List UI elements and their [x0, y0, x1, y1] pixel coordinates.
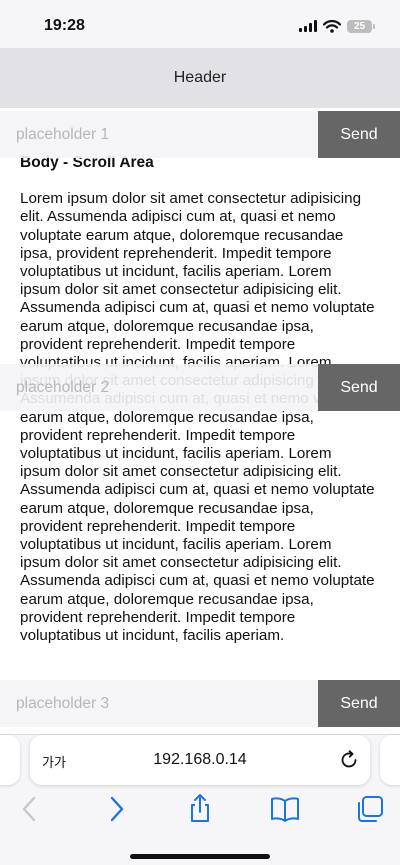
tabs-icon[interactable] — [354, 793, 386, 825]
body-scroll-area[interactable]: Body - Scroll Area Lorem ipsum dolor sit… — [0, 108, 400, 734]
url-text[interactable]: 192.168.0.14 — [30, 751, 370, 769]
status-bar: 19:28 25 — [0, 0, 400, 50]
message-input-2[interactable] — [0, 364, 318, 411]
header-title: Header — [173, 69, 227, 86]
browser-toolbar — [0, 793, 400, 825]
signal-icon — [299, 20, 317, 32]
battery-level: 25 — [353, 20, 366, 32]
input-row-3: Send — [0, 680, 400, 727]
back-icon[interactable] — [14, 793, 46, 825]
bookmarks-icon[interactable] — [269, 793, 301, 825]
next-tab-edge[interactable] — [380, 735, 400, 785]
message-input-1[interactable] — [0, 111, 318, 158]
body-paragraph: Lorem ipsum dolor sit amet consectetur a… — [20, 190, 375, 645]
page-header: Header — [0, 48, 400, 108]
wifi-icon — [323, 19, 341, 33]
message-input-3[interactable] — [0, 680, 318, 727]
forward-icon[interactable] — [100, 793, 132, 825]
status-time: 19:28 — [44, 17, 85, 34]
status-icons: 25 — [299, 17, 375, 35]
input-row-1: Send — [0, 111, 400, 158]
send-button-3[interactable]: Send — [318, 680, 400, 727]
send-button-2[interactable]: Send — [318, 364, 400, 411]
browser-bottom-bar: 가가 192.168.0.14 — [0, 734, 400, 865]
previous-tab-edge[interactable] — [0, 735, 20, 785]
input-row-2: Send — [0, 364, 400, 411]
home-indicator — [130, 854, 270, 859]
send-button-1[interactable]: Send — [318, 111, 400, 158]
reload-icon[interactable] — [338, 749, 360, 771]
address-bar[interactable]: 가가 192.168.0.14 — [30, 735, 370, 785]
battery-icon: 25 — [347, 19, 375, 33]
share-icon[interactable] — [184, 793, 216, 825]
